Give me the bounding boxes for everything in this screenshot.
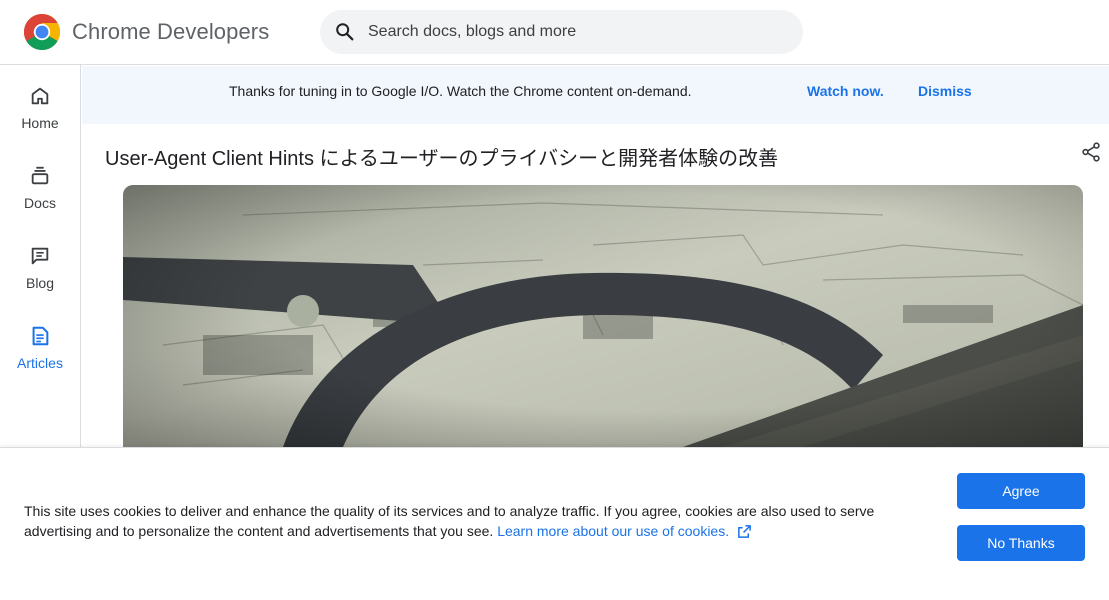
cookie-message-block: This site uses cookies to deliver and en… xyxy=(24,501,924,541)
dismiss-button[interactable]: Dismiss xyxy=(918,83,972,99)
nav-item-articles[interactable]: Articles xyxy=(0,325,80,385)
blog-comment-icon xyxy=(31,247,49,265)
blueprint-illustration xyxy=(123,185,1083,447)
nav-item-home[interactable]: Home xyxy=(0,85,80,145)
article-hero-image xyxy=(123,185,1083,447)
article-icon xyxy=(32,326,49,346)
nav-item-docs[interactable]: Docs xyxy=(0,165,80,225)
search-input[interactable] xyxy=(368,10,788,54)
share-icon[interactable] xyxy=(1080,141,1102,163)
no-thanks-button[interactable]: No Thanks xyxy=(957,525,1085,561)
top-header: Chrome Developers xyxy=(0,0,1109,65)
nav-item-label: Blog xyxy=(25,275,55,291)
nav-item-blog[interactable]: Blog xyxy=(0,245,80,305)
search-icon[interactable] xyxy=(334,21,356,43)
agree-button[interactable]: Agree xyxy=(957,473,1085,509)
site-brand[interactable]: Chrome Developers xyxy=(72,19,269,45)
external-link-icon[interactable] xyxy=(737,524,752,539)
cookie-consent-bar: This site uses cookies to deliver and en… xyxy=(0,447,1109,600)
docs-stack-icon xyxy=(31,166,49,185)
cookie-learn-more-label[interactable]: Learn more about our use of cookies. xyxy=(497,523,729,539)
chrome-logo-icon[interactable] xyxy=(24,14,60,50)
home-icon xyxy=(31,87,49,105)
nav-item-label: Home xyxy=(21,115,59,131)
banner-message: Thanks for tuning in to Google I/O. Watc… xyxy=(229,83,692,99)
cookie-learn-more-link[interactable]: Learn more about our use of cookies. xyxy=(497,523,752,539)
article-title: User-Agent Client Hints によるユーザーのプライバシーと開… xyxy=(105,148,779,170)
announcement-banner: Thanks for tuning in to Google I/O. Watc… xyxy=(82,66,1109,124)
nav-item-label: Articles xyxy=(17,355,63,371)
watch-now-link[interactable]: Watch now. xyxy=(807,83,884,99)
nav-item-label: Docs xyxy=(24,195,56,211)
search-bar[interactable] xyxy=(320,10,803,54)
